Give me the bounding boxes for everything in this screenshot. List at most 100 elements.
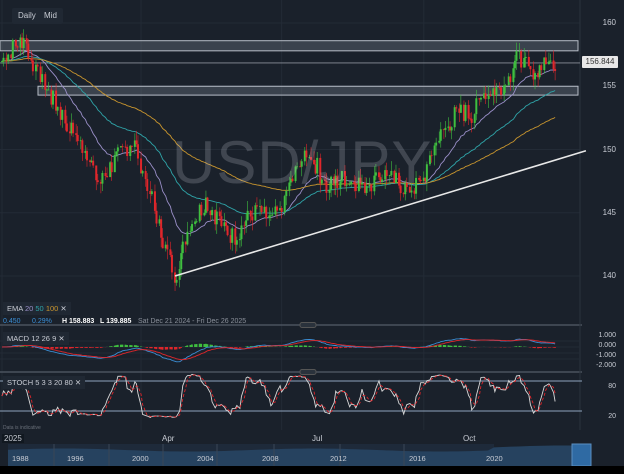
candle (254, 205, 257, 221)
candle (126, 147, 129, 157)
macd-line (1, 338, 556, 363)
y-tick: 155 (602, 81, 616, 90)
candle (433, 145, 436, 156)
macd-tick: 0.000 (598, 342, 616, 349)
macd-histogram-bar (56, 347, 59, 349)
macd-histogram-bar (21, 346, 23, 347)
nav-label: 2008 (262, 454, 279, 463)
macd-histogram-bar (544, 347, 547, 348)
macd-histogram-bar (184, 346, 187, 347)
candle (136, 144, 139, 159)
macd-histogram-bar (305, 345, 308, 347)
stoch-param: 80 (64, 378, 73, 387)
stoch-param: 5 (35, 378, 40, 387)
candle (504, 85, 507, 87)
candle (200, 204, 203, 216)
macd-histogram-bar (81, 347, 84, 348)
macd-histogram-bar (203, 343, 206, 347)
macd-histogram-bar (450, 345, 453, 347)
candle (27, 43, 30, 59)
macd-histogram-bar (289, 345, 292, 347)
macd-histogram-bar (158, 347, 161, 350)
close-icon[interactable]: ✕ (75, 378, 81, 387)
candle (41, 74, 44, 83)
candle (435, 142, 438, 146)
macd-histogram-bar (323, 347, 326, 349)
y-tick: 145 (602, 208, 616, 217)
macd-histogram-bar (455, 345, 458, 347)
macd-histogram-bar (204, 343, 207, 347)
macd-legend[interactable]: MACD 12 26 9 ✕ (3, 332, 69, 345)
macd-histogram-bar (285, 346, 288, 347)
macd-histogram-bar (328, 347, 331, 349)
macd-histogram-bar (343, 347, 346, 348)
macd-histogram-bar (470, 347, 473, 348)
candle (51, 90, 54, 105)
candle (453, 107, 456, 128)
macd-histogram-bar (543, 347, 546, 348)
macd-histogram-bar (115, 345, 118, 347)
ema-label: EMA (7, 304, 23, 313)
candle (95, 165, 98, 181)
candle (30, 58, 33, 61)
candle (101, 173, 104, 184)
chart-canvas[interactable] (0, 0, 624, 466)
candle (238, 239, 241, 241)
candle (25, 38, 28, 44)
macd-histogram-bar (186, 345, 189, 347)
macd-histogram-bar (166, 347, 169, 350)
macd-histogram-bar (234, 347, 237, 348)
candle (554, 68, 557, 72)
candle (129, 145, 132, 157)
macd-histogram-bar (92, 347, 94, 348)
nav-label: 2020 (486, 454, 503, 463)
candle (141, 171, 144, 174)
change-percent: 0.29% (32, 318, 52, 325)
mid-button[interactable]: Mid (38, 8, 63, 24)
candle (16, 46, 19, 48)
macd-histogram-bar (348, 347, 351, 348)
candle (459, 104, 462, 113)
candle (195, 221, 198, 223)
macd-histogram-bar (51, 347, 54, 349)
ema-period-100: 100 (45, 304, 59, 313)
candle (523, 57, 526, 68)
macd-histogram-bar (442, 345, 445, 347)
candle (153, 191, 156, 211)
current-price-tag: 156.844 (582, 56, 618, 68)
macd-histogram-bar (75, 347, 77, 348)
stoch-param: 3 (47, 378, 52, 387)
macd-label: MACD (7, 334, 30, 343)
macd-histogram-bar (96, 347, 99, 348)
macd-histogram-bar (22, 346, 25, 347)
ema-period-50: 50 (35, 304, 44, 313)
candle (444, 127, 447, 130)
candle (231, 228, 234, 243)
candle (255, 205, 258, 207)
close-icon[interactable]: ✕ (58, 334, 64, 343)
stoch-legend[interactable]: STOCH 5 3 3 20 80 ✕ (3, 376, 86, 389)
candle (189, 230, 192, 232)
candle (130, 145, 133, 147)
navigator-window (571, 443, 592, 466)
macd-histogram-bar (121, 344, 124, 347)
stoch-label: STOCH (7, 378, 34, 387)
ema-legend[interactable]: EMA 20 50 100 ✕ (3, 302, 71, 315)
close-icon[interactable]: ✕ (60, 304, 66, 313)
nav-label: 1988 (12, 454, 29, 463)
candle (276, 206, 279, 211)
macd-histogram-bar (76, 347, 79, 348)
candle (226, 225, 229, 236)
candle (180, 253, 183, 270)
macd-histogram-bar (124, 344, 127, 347)
ema-period-20: 20 (24, 304, 34, 313)
macd-histogram-bar (296, 345, 298, 347)
macd-histogram-bar (169, 347, 172, 350)
candle (160, 219, 163, 238)
candle (484, 93, 487, 100)
candle (85, 150, 88, 161)
candle (455, 107, 458, 109)
candle (552, 60, 555, 69)
candle (44, 74, 47, 90)
macd-histogram-bar (198, 343, 201, 347)
